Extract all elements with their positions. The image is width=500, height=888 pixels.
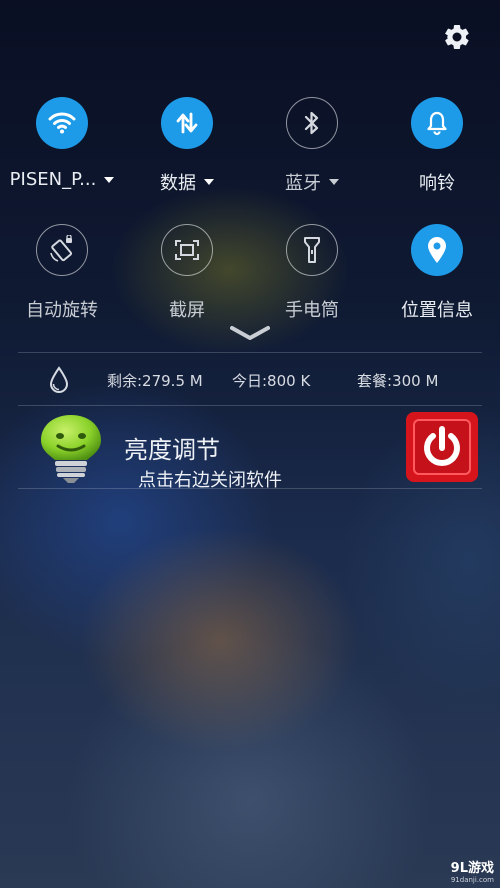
mobile-data-label: 数据 xyxy=(160,173,196,194)
mobile-data-dropdown-icon[interactable] xyxy=(204,179,214,185)
tile-mobile-data[interactable]: 数据 xyxy=(125,97,249,195)
bluetooth-dropdown-icon[interactable] xyxy=(329,179,339,185)
bulb-smiley-icon xyxy=(41,415,101,483)
flashlight-icon xyxy=(304,237,320,263)
expand-chevron-icon[interactable] xyxy=(230,324,270,342)
ringer-toggle[interactable] xyxy=(411,97,463,149)
bluetooth-icon xyxy=(304,111,319,135)
screenshot-icon xyxy=(175,240,199,260)
data-usage-row: 剩余:279.5 M 今日:800 K 套餐:300 M xyxy=(0,362,500,396)
data-arrows-icon xyxy=(176,112,198,134)
watermark: 9L游戏 91danji.com xyxy=(451,857,494,884)
tile-ringer[interactable]: 响铃 xyxy=(375,97,499,195)
auto-rotate-icon xyxy=(50,235,73,262)
watermark-main: 9L游戏 xyxy=(450,861,494,876)
bluetooth-label: 蓝牙 xyxy=(285,173,321,194)
wifi-dropdown-icon[interactable] xyxy=(104,176,115,183)
watermark-sub: 91danji.com xyxy=(450,876,494,884)
bluetooth-toggle[interactable] xyxy=(286,97,338,149)
notification-title: 亮度调节 xyxy=(124,436,220,464)
flashlight-label: 手电筒 xyxy=(285,300,339,321)
today-data: 今日:800 K xyxy=(232,372,311,390)
location-icon xyxy=(428,237,446,263)
tile-location[interactable]: 位置信息 xyxy=(375,224,499,322)
ringer-label: 响铃 xyxy=(419,173,455,194)
tile-screenshot[interactable]: 截屏 xyxy=(125,224,249,322)
power-off-button[interactable] xyxy=(406,412,478,482)
remaining-data: 剩余:279.5 M xyxy=(107,372,203,390)
screenshot-label: 截屏 xyxy=(169,300,205,321)
plan-data: 套餐:300 M xyxy=(357,372,439,390)
wifi-toggle[interactable] xyxy=(36,97,88,149)
divider-bottom xyxy=(18,488,482,489)
tile-flashlight[interactable]: 手电筒 xyxy=(250,224,374,322)
screenshot-toggle[interactable] xyxy=(161,224,213,276)
location-toggle[interactable] xyxy=(411,224,463,276)
bell-icon xyxy=(427,111,447,136)
settings-gear-icon[interactable] xyxy=(442,22,472,52)
auto-rotate-label: 自动旋转 xyxy=(26,300,98,321)
tile-wifi[interactable]: PISEN_P... xyxy=(0,97,124,190)
tile-bluetooth[interactable]: 蓝牙 xyxy=(250,97,374,195)
location-label: 位置信息 xyxy=(401,300,473,321)
tile-auto-rotate[interactable]: 自动旋转 xyxy=(0,224,124,322)
divider-top xyxy=(18,352,482,353)
wifi-label: PISEN_P... xyxy=(9,169,97,190)
divider-middle xyxy=(18,405,482,406)
mobile-data-toggle[interactable] xyxy=(161,97,213,149)
flashlight-toggle[interactable] xyxy=(286,224,338,276)
wifi-icon xyxy=(48,112,76,134)
auto-rotate-toggle[interactable] xyxy=(36,224,88,276)
power-icon xyxy=(424,426,460,466)
